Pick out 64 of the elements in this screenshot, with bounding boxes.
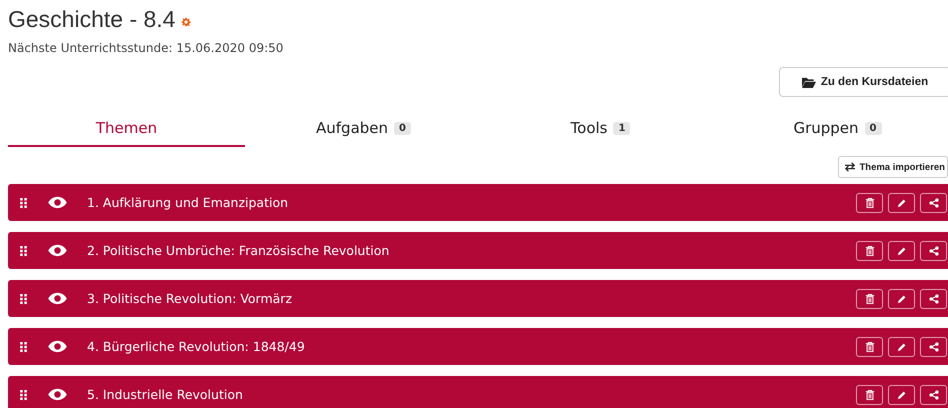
topic-title: 4. Bürgerliche Revolution: 1848/49 — [87, 339, 305, 354]
trash-icon — [864, 294, 874, 304]
course-files-button[interactable]: Zu den Kursdateien — [779, 67, 948, 97]
tab[interactable]: Tools 1 — [482, 111, 719, 147]
delete-button[interactable] — [856, 240, 883, 260]
count-badge: 0 — [864, 122, 882, 134]
eye-icon[interactable] — [47, 244, 68, 257]
delete-button[interactable] — [856, 384, 883, 404]
topic-bar[interactable]: 4. Bürgerliche Revolution: 1848/49 — [8, 328, 948, 365]
topic-bar[interactable]: 5. Industrielle Revolution — [8, 376, 948, 408]
share-button[interactable] — [920, 192, 947, 212]
count-badge: 1 — [613, 122, 630, 134]
edit-button[interactable] — [888, 384, 915, 404]
eye-icon[interactable] — [47, 388, 68, 401]
edit-button[interactable] — [888, 192, 915, 212]
pencil-icon — [896, 246, 906, 256]
topic-title: 2. Politische Umbrüche: Französische Revolution — [87, 243, 390, 258]
delete-button[interactable] — [856, 288, 883, 308]
share-button[interactable] — [920, 336, 947, 356]
topic-title: 5. Industrielle Revolution — [87, 387, 243, 402]
pencil-icon — [896, 390, 906, 400]
share-button[interactable] — [920, 240, 947, 260]
topic-bar[interactable]: 1. Aufklärung und Emanzipation — [8, 184, 948, 221]
pencil-icon — [896, 198, 906, 208]
trash-icon — [864, 390, 874, 400]
delete-button[interactable] — [856, 192, 883, 212]
edit-button[interactable] — [888, 288, 915, 308]
course-title: Geschichte - 8.4 — [8, 6, 176, 32]
share-icon — [928, 246, 938, 256]
trash-icon — [864, 246, 874, 256]
share-button[interactable] — [920, 384, 947, 404]
settings-icon[interactable] — [181, 17, 192, 27]
share-icon — [928, 342, 938, 352]
edit-button[interactable] — [888, 336, 915, 356]
next-lesson-text: Nächste Unterrichtsstunde: 15.06.2020 09:50 — [8, 41, 284, 55]
folder-icon — [802, 76, 816, 88]
share-icon — [928, 294, 938, 304]
trash-icon — [864, 198, 874, 208]
eye-icon[interactable] — [47, 340, 68, 353]
topic-title: 1. Aufklärung und Emanzipation — [87, 195, 288, 210]
tab[interactable]: Gruppen 0 — [719, 111, 948, 147]
tab[interactable]: Themen — [8, 111, 245, 147]
edit-button[interactable] — [888, 240, 915, 260]
drag-handle-icon[interactable] — [20, 294, 27, 304]
import-topic-button[interactable]: Thema importieren — [838, 156, 948, 178]
share-button[interactable] — [920, 288, 947, 308]
topic-bar[interactable]: 3. Politische Revolution: Vormärz — [8, 280, 948, 317]
share-icon — [928, 390, 938, 400]
eye-icon[interactable] — [47, 196, 68, 209]
trash-icon — [864, 342, 874, 352]
swap-arrows-icon — [844, 162, 856, 172]
count-badge: 0 — [394, 122, 411, 134]
topic-title: 3. Politische Revolution: Vormärz — [87, 291, 292, 306]
drag-handle-icon[interactable] — [20, 198, 27, 208]
delete-button[interactable] — [856, 336, 883, 356]
tab[interactable]: Aufgaben 0 — [245, 111, 482, 147]
drag-handle-icon[interactable] — [20, 342, 27, 352]
pencil-icon — [896, 294, 906, 304]
share-icon — [928, 198, 938, 208]
eye-icon[interactable] — [47, 292, 68, 305]
drag-handle-icon[interactable] — [20, 390, 27, 400]
drag-handle-icon[interactable] — [20, 246, 27, 256]
topic-bar[interactable]: 2. Politische Umbrüche: Französische Revolution — [8, 232, 948, 269]
pencil-icon — [896, 342, 906, 352]
